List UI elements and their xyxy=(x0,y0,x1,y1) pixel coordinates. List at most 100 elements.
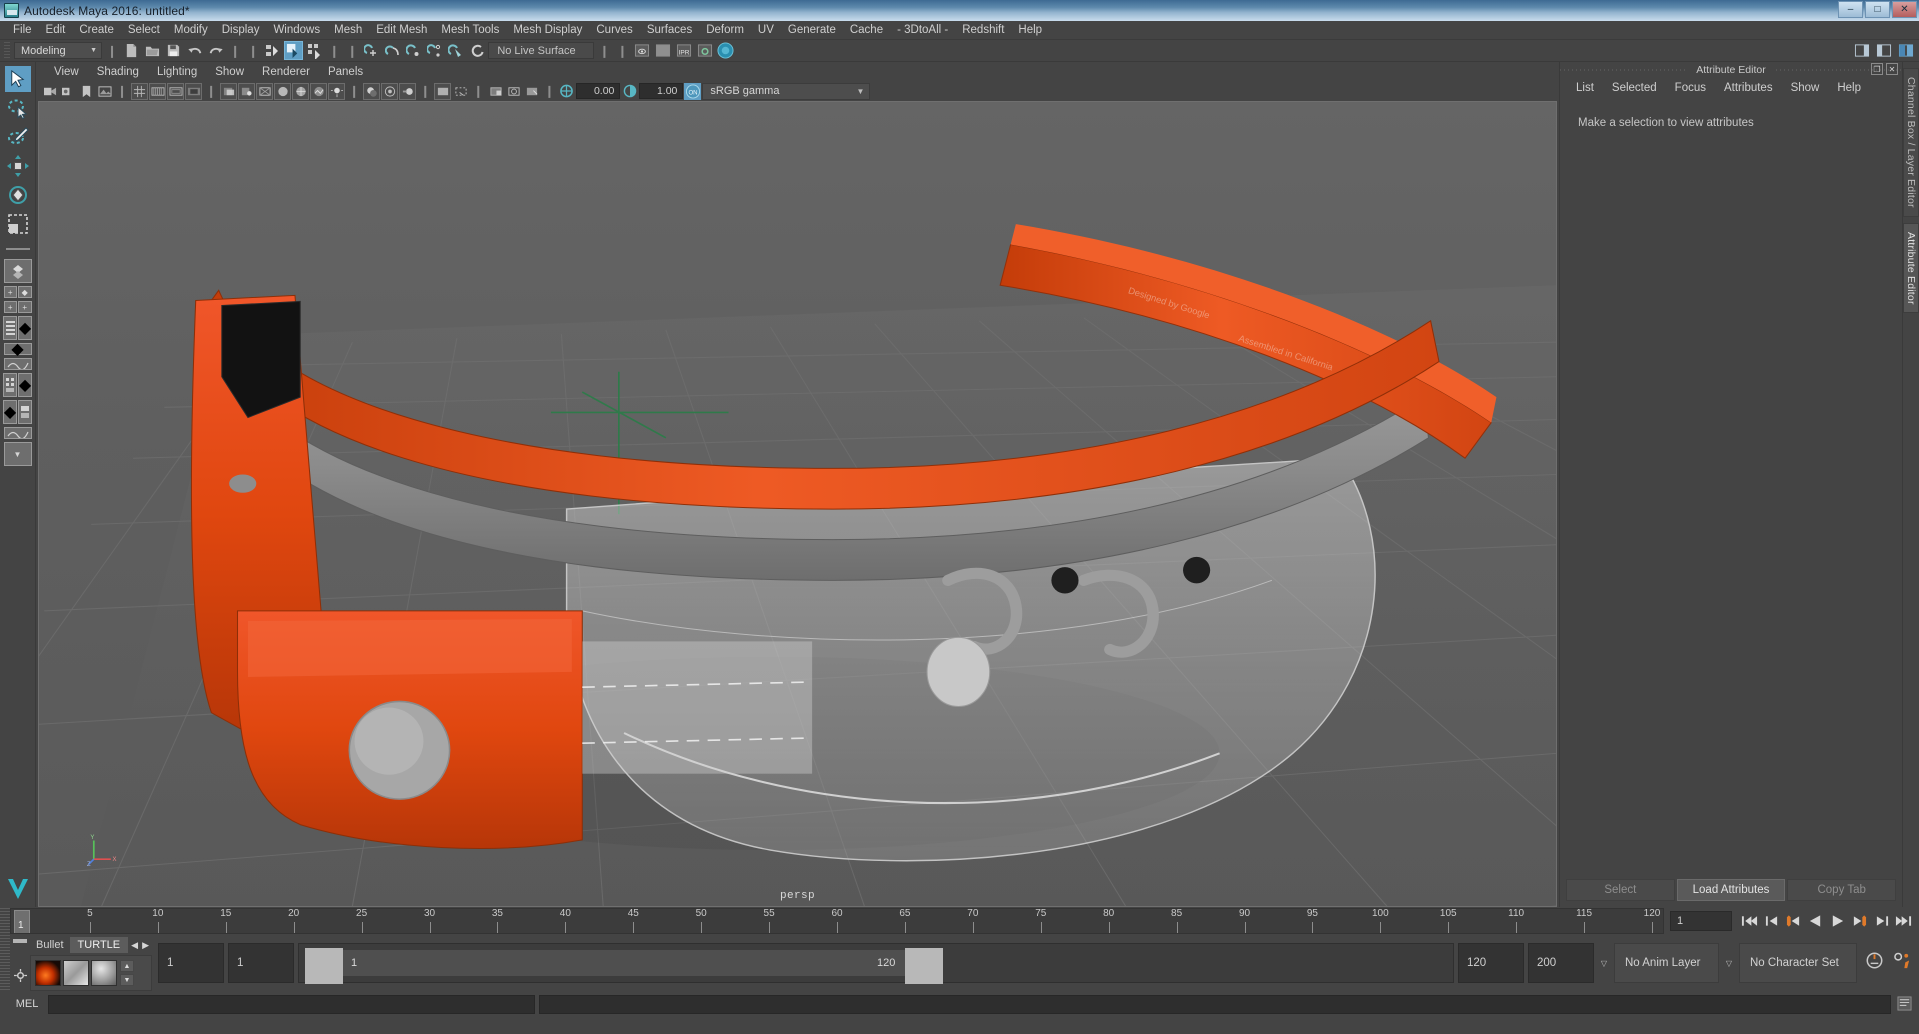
shelf-next-arrow-icon[interactable]: ▶ xyxy=(142,940,149,951)
open-scene-icon[interactable] xyxy=(143,41,162,60)
menu-mesh-display[interactable]: Mesh Display xyxy=(506,23,589,37)
sidebar-tool-settings-icon[interactable] xyxy=(1874,41,1893,60)
animation-preferences-icon[interactable] xyxy=(1892,951,1911,975)
layout-hypershade-persp-icon[interactable]: ◆ xyxy=(18,373,32,397)
menu-edit[interactable]: Edit xyxy=(39,23,73,37)
menu-windows[interactable]: Windows xyxy=(266,23,327,37)
go-to-end-icon[interactable] xyxy=(1894,912,1913,931)
time-slider[interactable]: 1 5 10 15 20 25 30 35 40 45 50 55 60 65 70 75 80 85 90 95 1… xyxy=(10,908,1664,934)
hypershade-icon[interactable] xyxy=(716,41,735,60)
toolbar-divider-7[interactable]: ❙ xyxy=(614,44,630,58)
snap-to-point-icon[interactable] xyxy=(404,41,423,60)
menu-file[interactable]: File xyxy=(6,23,39,37)
time-slider-grip[interactable] xyxy=(0,908,10,934)
anim-layer-dropdown-arrow[interactable]: ▽ xyxy=(1594,935,1614,991)
range-slider-bar[interactable]: 1 120 xyxy=(298,943,1454,984)
menu-deform[interactable]: Deform xyxy=(699,23,751,37)
layout-persp-graph-icon[interactable] xyxy=(3,358,32,370)
animation-start-time-field[interactable]: 1 xyxy=(158,943,224,983)
xray-toggle-icon[interactable] xyxy=(220,82,238,100)
command-input[interactable] xyxy=(48,994,535,1014)
toolbar-divider-3[interactable]: ❙ xyxy=(245,44,261,58)
panel-menu-panels[interactable]: Panels xyxy=(320,65,371,79)
shelf-scroll-down-icon[interactable]: ▼ xyxy=(120,974,134,986)
undock-icon[interactable]: ❐ xyxy=(1871,63,1883,75)
ae-menu-selected[interactable]: Selected xyxy=(1604,81,1665,95)
screen-space-ao-icon[interactable] xyxy=(381,82,399,100)
ae-menu-show[interactable]: Show xyxy=(1783,81,1828,95)
save-scene-icon[interactable] xyxy=(164,41,183,60)
ae-menu-help[interactable]: Help xyxy=(1829,81,1869,95)
shadows-icon[interactable] xyxy=(363,82,381,100)
layout-two-stacked-icon[interactable]: + xyxy=(3,301,17,313)
toolbar-divider-6[interactable]: ❙ xyxy=(596,44,612,58)
current-frame-field[interactable]: 1 xyxy=(1670,911,1732,931)
script-editor-icon[interactable] xyxy=(1897,996,1913,1012)
make-live-icon[interactable] xyxy=(467,41,486,60)
layout-more-dropdown-icon[interactable]: ▼ xyxy=(3,442,32,466)
playback-end-time-field[interactable]: 120 xyxy=(1458,943,1524,983)
grid-toggle-icon[interactable] xyxy=(131,82,149,100)
xray-joints-icon[interactable] xyxy=(238,82,256,100)
play-backwards-icon[interactable] xyxy=(1806,912,1825,931)
smooth-shade-icon[interactable] xyxy=(274,82,292,100)
exposure-value-field[interactable]: 0.00 xyxy=(576,83,621,99)
move-tool-icon[interactable] xyxy=(5,153,31,179)
exposure-icon[interactable] xyxy=(558,83,575,100)
ae-menu-attributes[interactable]: Attributes xyxy=(1716,81,1781,95)
menu-surfaces[interactable]: Surfaces xyxy=(640,23,699,37)
tab-channel-box-layer-editor[interactable]: Channel Box / Layer Editor xyxy=(1903,68,1919,217)
toolbar-divider-2[interactable]: ❙ xyxy=(227,44,243,58)
undo-icon[interactable] xyxy=(185,41,204,60)
layout-outliner-icon[interactable] xyxy=(3,316,17,340)
range-start-handle[interactable] xyxy=(305,948,343,984)
snap-to-grid-icon[interactable] xyxy=(362,41,381,60)
layout-persp-small-icon[interactable]: ◆ xyxy=(3,400,17,424)
two-d-pan-zoom-icon[interactable] xyxy=(505,83,522,100)
panel-menu-shading[interactable]: Shading xyxy=(89,65,147,79)
menu-uv[interactable]: UV xyxy=(751,23,781,37)
go-to-start-icon[interactable] xyxy=(1740,912,1759,931)
range-slider-track[interactable] xyxy=(343,950,905,976)
layout-single-perspective-icon[interactable] xyxy=(3,259,32,283)
menu-help[interactable]: Help xyxy=(1011,23,1049,37)
shelf-tab-turtle[interactable]: TURTLE xyxy=(69,937,129,953)
menu-edit-mesh[interactable]: Edit Mesh xyxy=(369,23,434,37)
gate-mask-icon[interactable] xyxy=(185,82,203,100)
range-end-handle[interactable] xyxy=(905,948,943,984)
layout-two-side-icon[interactable]: + xyxy=(18,301,32,313)
menu-cache[interactable]: Cache xyxy=(843,23,890,37)
menu-select[interactable]: Select xyxy=(121,23,167,37)
toolbar-divider-4[interactable]: ❙ xyxy=(326,44,342,58)
auto-key-icon[interactable] xyxy=(1865,951,1884,975)
snap-to-projected-center-icon[interactable] xyxy=(425,41,444,60)
scale-tool-icon[interactable] xyxy=(5,211,31,237)
motion-blur-icon[interactable] xyxy=(399,82,417,100)
layout-four-view-icon[interactable]: + xyxy=(3,286,17,298)
select-camera-icon[interactable] xyxy=(42,83,59,100)
turtle-material-icon[interactable] xyxy=(91,960,117,986)
sidebar-attribute-editor-icon[interactable] xyxy=(1852,41,1871,60)
toolbar-grip[interactable] xyxy=(4,41,10,60)
tab-attribute-editor[interactable]: Attribute Editor xyxy=(1903,222,1919,314)
select-by-component-icon[interactable] xyxy=(305,41,324,60)
ae-menu-list[interactable]: List xyxy=(1568,81,1602,95)
layout-hypershade-icon[interactable] xyxy=(3,373,17,397)
layout-outliner-persp-icon[interactable]: ◆ xyxy=(18,316,32,340)
ae-menu-focus[interactable]: Focus xyxy=(1667,81,1714,95)
film-gate-icon[interactable] xyxy=(149,82,167,100)
render-current-frame-icon[interactable] xyxy=(653,41,672,60)
select-tool-icon[interactable] xyxy=(4,66,31,92)
copy-tab-button[interactable]: Copy Tab xyxy=(1787,879,1897,901)
load-attributes-button[interactable]: Load Attributes xyxy=(1676,879,1786,901)
turtle-bake-icon[interactable] xyxy=(63,960,89,986)
playback-start-time-field[interactable]: 1 xyxy=(228,943,294,983)
new-scene-icon[interactable] xyxy=(122,41,141,60)
panel-menu-show[interactable]: Show xyxy=(207,65,252,79)
paint-select-tool-icon[interactable] xyxy=(5,124,31,150)
command-language-label[interactable]: MEL xyxy=(10,998,44,1010)
close-button[interactable]: ✕ xyxy=(1892,1,1917,18)
snap-to-view-plane-icon[interactable] xyxy=(446,41,465,60)
menu-curves[interactable]: Curves xyxy=(589,23,639,37)
bookmark-icon[interactable] xyxy=(78,83,95,100)
